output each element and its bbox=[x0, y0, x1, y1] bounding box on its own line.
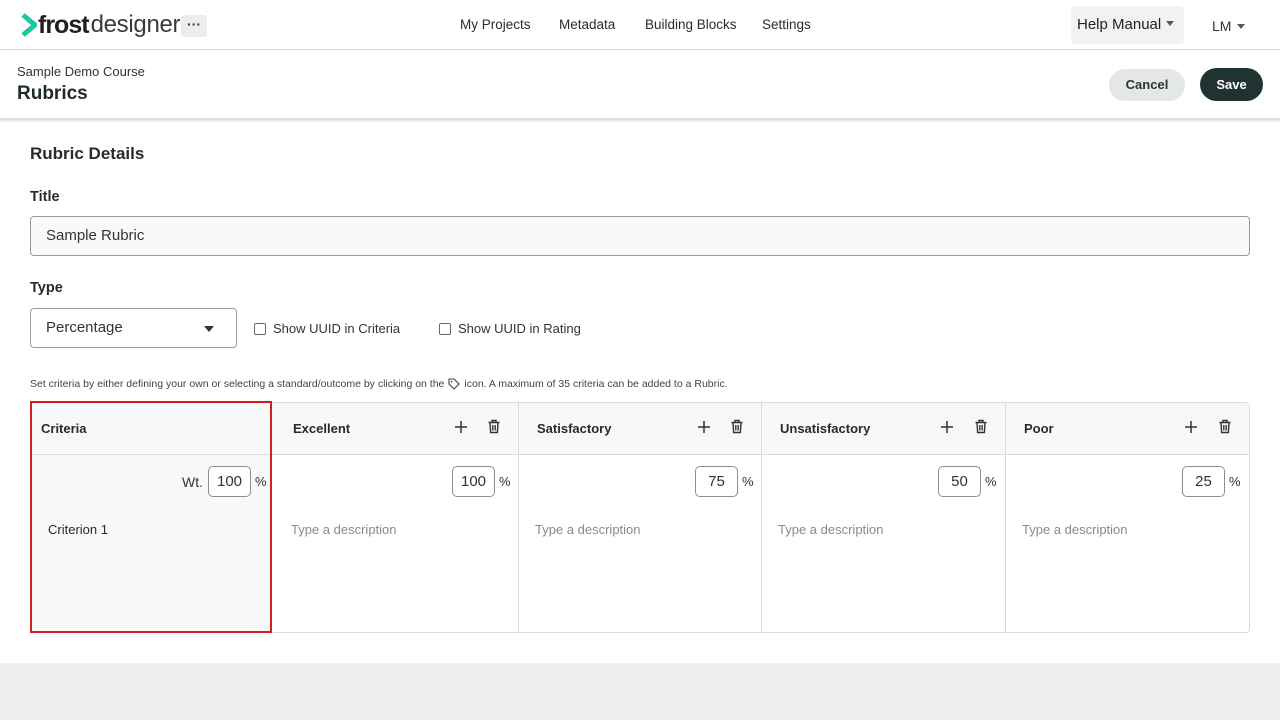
level-header-label[interactable]: Unsatisfactory bbox=[780, 421, 870, 436]
level-description-input[interactable]: Type a description bbox=[1022, 522, 1128, 537]
breadcrumb[interactable]: Sample Demo Course bbox=[17, 64, 145, 79]
level-header: Poor bbox=[1006, 403, 1249, 455]
level-description-input[interactable]: Type a description bbox=[291, 522, 397, 537]
level-percent-sign: % bbox=[1229, 474, 1241, 489]
user-initials: LM bbox=[1212, 18, 1232, 34]
title-label: Title bbox=[30, 189, 60, 205]
level-column-satisfactory: Satisfactory 75 % Type a description bbox=[519, 403, 762, 632]
weight-label: Wt. bbox=[182, 474, 203, 490]
helper-text-before: Set criteria by either defining your own… bbox=[30, 378, 445, 390]
help-manual-label: Help Manual bbox=[1077, 16, 1162, 33]
cancel-button[interactable]: Cancel bbox=[1109, 69, 1185, 101]
delete-level-icon[interactable] bbox=[974, 419, 988, 434]
criteria-helper-text: Set criteria by either defining your own… bbox=[30, 378, 728, 390]
weight-percent-sign: % bbox=[255, 474, 267, 489]
page-header: Sample Demo Course Rubrics Cancel Save bbox=[0, 50, 1280, 120]
add-level-icon[interactable] bbox=[1184, 420, 1198, 434]
nav-settings[interactable]: Settings bbox=[762, 17, 811, 32]
caret-down-icon bbox=[204, 326, 214, 332]
title-input[interactable]: Sample Rubric bbox=[30, 216, 1250, 256]
logo-designer-text: designer bbox=[90, 11, 181, 38]
top-navbar: frost designer ··· My Projects Metadata … bbox=[0, 0, 1280, 50]
checkbox-box[interactable] bbox=[439, 322, 451, 335]
tag-icon bbox=[448, 378, 460, 390]
section-title: Rubric Details bbox=[30, 144, 145, 163]
frost-designer-logo[interactable]: frost designer bbox=[21, 11, 181, 39]
level-header: Satisfactory bbox=[519, 403, 761, 455]
checkbox-box[interactable] bbox=[254, 322, 266, 335]
level-header-label[interactable]: Excellent bbox=[293, 421, 350, 436]
save-button[interactable]: Save bbox=[1200, 68, 1263, 101]
help-manual-dropdown[interactable]: Help Manual bbox=[1071, 6, 1184, 44]
weight-input[interactable]: 100 bbox=[208, 466, 251, 497]
criteria-header-label: Criteria bbox=[41, 421, 87, 436]
criterion-name[interactable]: Criterion 1 bbox=[48, 522, 108, 537]
level-percent-sign: % bbox=[499, 474, 511, 489]
type-select[interactable]: Percentage bbox=[30, 308, 237, 348]
chevron-down-icon bbox=[1166, 21, 1175, 27]
level-percent-sign: % bbox=[742, 474, 754, 489]
level-percent-input[interactable]: 75 bbox=[695, 466, 738, 497]
nav-my-projects[interactable]: My Projects bbox=[460, 17, 531, 32]
logo-chevron-icon bbox=[21, 13, 37, 37]
user-menu[interactable]: LM bbox=[1212, 18, 1246, 34]
level-header-label[interactable]: Satisfactory bbox=[537, 421, 611, 436]
level-header: Excellent bbox=[272, 403, 518, 455]
criteria-header: Criteria bbox=[31, 403, 271, 455]
type-label: Type bbox=[30, 280, 63, 296]
show-uuid-rating-checkbox[interactable]: Show UUID in Rating bbox=[439, 321, 581, 336]
delete-level-icon[interactable] bbox=[487, 419, 501, 434]
level-header-label[interactable]: Poor bbox=[1024, 421, 1054, 436]
level-percent-input[interactable]: 100 bbox=[452, 466, 495, 497]
nav-metadata[interactable]: Metadata bbox=[559, 17, 615, 32]
delete-level-icon[interactable] bbox=[730, 419, 744, 434]
show-uuid-criteria-checkbox[interactable]: Show UUID in Criteria bbox=[254, 321, 400, 336]
helper-text-after: icon. A maximum of 35 criteria can be ad… bbox=[464, 378, 728, 390]
rubric-table: Criteria Wt. 100 % Criterion 1 Excellent… bbox=[30, 402, 1250, 633]
type-select-value: Percentage bbox=[46, 319, 123, 336]
rubric-details-panel: Rubric Details Title Sample Rubric Type … bbox=[0, 122, 1280, 663]
more-options-button[interactable]: ··· bbox=[181, 15, 207, 37]
add-level-icon[interactable] bbox=[454, 420, 468, 434]
nav-building-blocks[interactable]: Building Blocks bbox=[645, 17, 737, 32]
level-column-unsatisfactory: Unsatisfactory 50 % Type a description bbox=[762, 403, 1006, 632]
page-title: Rubrics bbox=[17, 83, 88, 104]
level-description-input[interactable]: Type a description bbox=[535, 522, 641, 537]
chevron-down-icon bbox=[1237, 23, 1246, 29]
show-uuid-rating-label: Show UUID in Rating bbox=[458, 321, 581, 336]
add-level-icon[interactable] bbox=[940, 420, 954, 434]
level-column-poor: Poor 25 % Type a description bbox=[1006, 403, 1249, 632]
level-description-input[interactable]: Type a description bbox=[778, 522, 884, 537]
level-percent-input[interactable]: 50 bbox=[938, 466, 981, 497]
level-percent-sign: % bbox=[985, 474, 997, 489]
logo-frost-text: frost bbox=[38, 11, 90, 39]
delete-level-icon[interactable] bbox=[1218, 419, 1232, 434]
level-percent-input[interactable]: 25 bbox=[1182, 466, 1225, 497]
show-uuid-criteria-label: Show UUID in Criteria bbox=[273, 321, 401, 336]
level-column-excellent: Excellent 100 % Type a description bbox=[272, 403, 519, 632]
add-level-icon[interactable] bbox=[697, 420, 711, 434]
criteria-column: Criteria Wt. 100 % Criterion 1 bbox=[31, 403, 272, 632]
level-header: Unsatisfactory bbox=[762, 403, 1005, 455]
